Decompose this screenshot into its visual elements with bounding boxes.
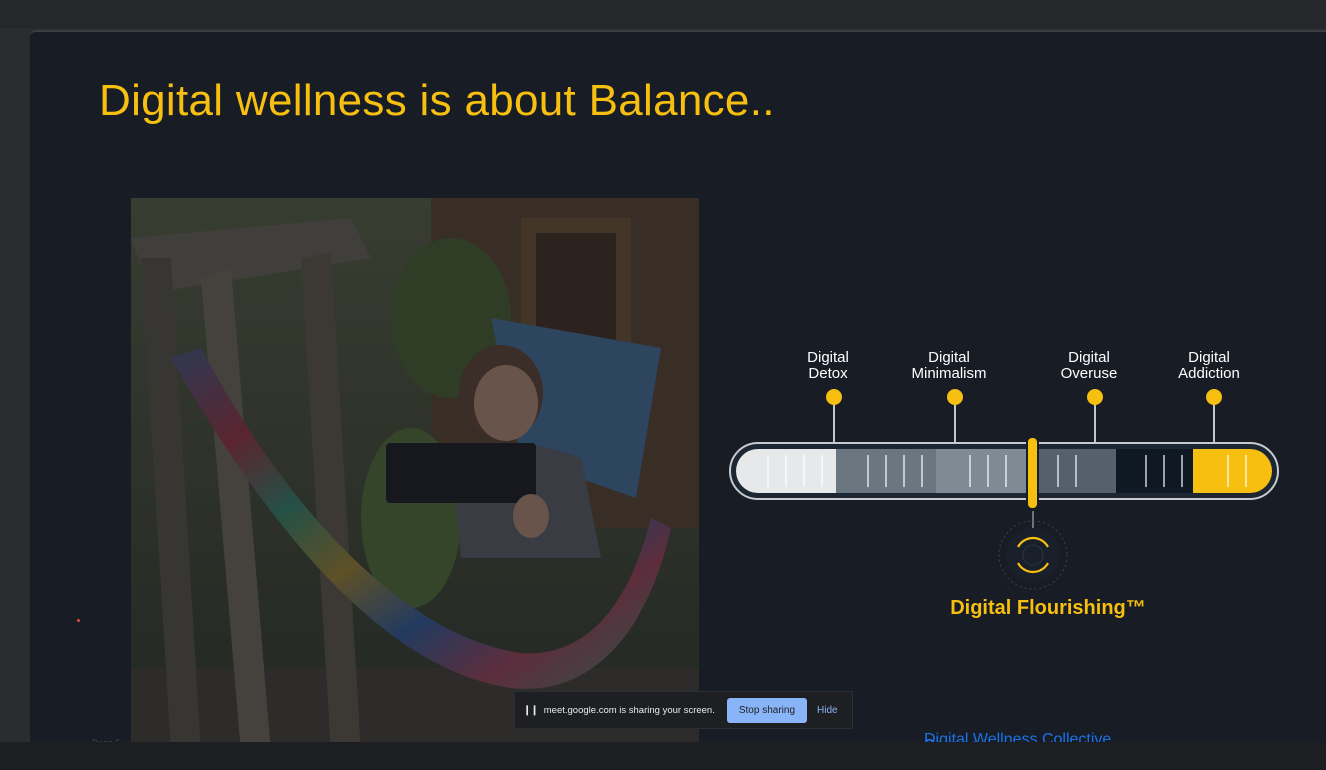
laser-pointer-dot <box>77 619 80 622</box>
marker-dot-minimalism <box>947 389 963 405</box>
top-bar <box>0 0 1326 28</box>
hammock-photo <box>131 198 699 753</box>
slide-title: Digital wellness is about Balance.. <box>99 76 775 125</box>
digital-flourishing-label: Digital Flourishing™ <box>950 597 1146 619</box>
bottom-bar <box>0 742 1326 770</box>
marker-dot-detox <box>826 389 842 405</box>
share-message: meet.google.com is sharing your screen. <box>543 704 715 716</box>
digital-wellness-spectrum: Digital Detox Digital Minimalism Digital… <box>728 347 1288 647</box>
pause-icon[interactable]: ❙❙ <box>523 705 539 716</box>
flourishing-emblem <box>1006 528 1060 582</box>
spectrum-segments <box>736 449 1272 493</box>
center-balance-marker <box>1026 436 1039 510</box>
spectrum-graphic <box>729 389 1279 590</box>
hide-button[interactable]: Hide <box>817 705 838 716</box>
slide-canvas: Digital wellness is about Balance.. Digi… <box>30 30 1326 754</box>
stop-sharing-button[interactable]: Stop sharing <box>726 697 808 723</box>
screen-share-bar: ❙❙ meet.google.com is sharing your scree… <box>514 691 853 729</box>
hammock-photo-illustration <box>131 198 699 753</box>
marker-dot-overuse <box>1087 389 1103 405</box>
marker-dot-addiction <box>1206 389 1222 405</box>
